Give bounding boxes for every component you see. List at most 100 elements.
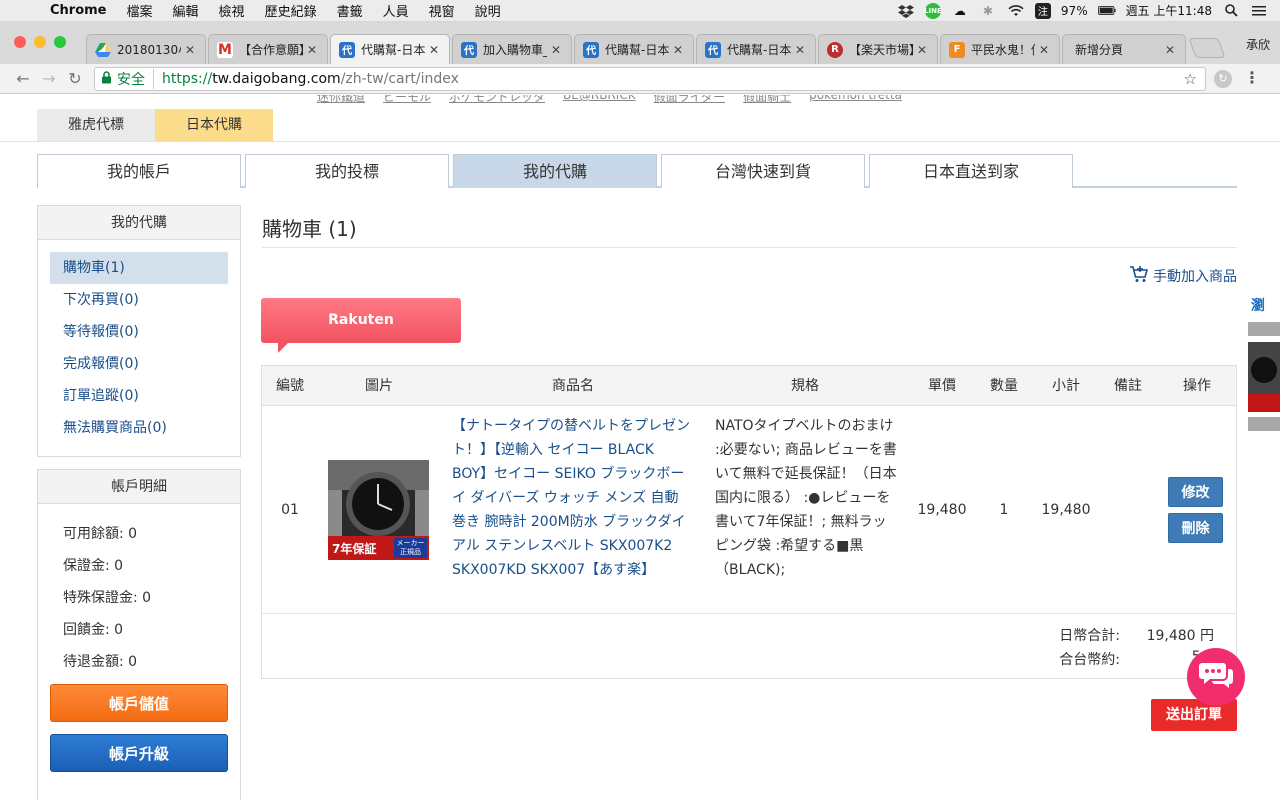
browser-tab-4[interactable]: 代 加入購物車_ ✕: [452, 34, 572, 64]
tab-japan-proxy[interactable]: 日本代購: [155, 109, 273, 141]
nav-my-account[interactable]: 我的帳戶: [37, 154, 241, 188]
scroll-up-bar[interactable]: [1248, 322, 1280, 336]
close-tab-icon[interactable]: ✕: [551, 43, 563, 57]
browser-tab-6[interactable]: 代 代購幫-日本 ✕: [696, 34, 816, 64]
input-method-icon[interactable]: 注: [1034, 2, 1051, 19]
close-tab-icon[interactable]: ✕: [429, 43, 441, 57]
browser-tab-5[interactable]: 代 代購幫-日本 ✕: [574, 34, 694, 64]
tab-title: 【楽天市場】: [849, 43, 913, 57]
minimize-window-button[interactable]: [34, 36, 46, 48]
menu-app-name[interactable]: Chrome: [40, 3, 117, 18]
menu-window[interactable]: 視窗: [419, 1, 465, 20]
close-tab-icon[interactable]: ✕: [1039, 43, 1051, 57]
rebate: 回饋金: 0: [63, 622, 124, 638]
close-tab-icon[interactable]: ✕: [1165, 43, 1177, 57]
menu-history[interactable]: 歷史紀錄: [255, 1, 327, 20]
menu-order-tracking[interactable]: 訂單追蹤(0): [50, 380, 228, 412]
keyword-link[interactable]: pokemon tretta: [809, 95, 902, 105]
menu-awaiting-quote[interactable]: 等待報價(0): [50, 316, 228, 348]
nav-taiwan-fast[interactable]: 台灣快速到貨: [661, 154, 865, 188]
browser-tab-8[interactable]: F 平民水鬼！僅 ✕: [940, 34, 1060, 64]
menu-buy-later[interactable]: 下次再買(0): [50, 284, 228, 316]
product-image[interactable]: 7年保証 メーカー 正規品: [328, 460, 429, 560]
recently-viewed-label: 瀏: [1251, 298, 1265, 314]
battery-percent: 97%: [1060, 3, 1088, 18]
bookmark-star-icon[interactable]: ☆: [1184, 70, 1197, 88]
browser-tab-3-active[interactable]: 代 代購幫-日本 ✕: [330, 34, 450, 64]
keyword-link[interactable]: 假面ライダー: [654, 95, 726, 105]
item-number: 01: [281, 502, 299, 518]
browser-tab-9[interactable]: 新增分頁 ✕: [1062, 34, 1186, 64]
recent-item-thumbnail[interactable]: [1248, 342, 1280, 412]
new-tab-button[interactable]: [1188, 38, 1226, 58]
gmail-icon: M: [217, 41, 233, 58]
account-details-title: 帳戶明細: [38, 470, 240, 504]
nav-my-bids[interactable]: 我的投標: [245, 154, 449, 188]
line-app-icon[interactable]: LINE: [924, 2, 942, 19]
menu-view[interactable]: 檢視: [209, 1, 255, 20]
reload-icon[interactable]: ↻: [64, 68, 86, 90]
wifi-icon[interactable]: [1007, 4, 1025, 18]
product-name-link[interactable]: 【ナトータイプの替ベルトをプレゼント！】【逆輸入 セイコー BLACK BOY】…: [452, 414, 692, 582]
product-spec: NATOタイプベルトのおまけ :必要ない; 商品レビューを書いて無料で延長保証！…: [715, 418, 897, 578]
extension-icon[interactable]: ↻: [1214, 70, 1232, 88]
back-arrow-icon[interactable]: ←: [12, 68, 34, 90]
tab-yahoo-bidding[interactable]: 雅虎代標: [37, 109, 155, 141]
nav-japan-direct[interactable]: 日本直送到家: [869, 154, 1073, 188]
menu-help[interactable]: 說明: [465, 1, 511, 20]
scroll-down-bar[interactable]: [1248, 417, 1280, 431]
dropbox-icon[interactable]: [897, 4, 915, 18]
top-up-button[interactable]: 帳戶儲值: [50, 684, 228, 722]
f-site-icon: F: [949, 41, 965, 58]
tab-title: 平民水鬼！僅: [971, 43, 1035, 57]
menu-file[interactable]: 檔案: [117, 1, 163, 20]
keyword-link[interactable]: ピーモル: [383, 95, 431, 105]
keyword-link[interactable]: BE@RBRICK: [563, 95, 636, 105]
close-tab-icon[interactable]: ✕: [307, 43, 319, 57]
profile-name[interactable]: 承欣: [1246, 36, 1270, 53]
close-tab-icon[interactable]: ✕: [185, 43, 197, 57]
warranty-badge: 7年保証: [332, 542, 377, 556]
quantity: 1: [999, 502, 1009, 518]
browser-tab-2[interactable]: M 【合作意願】 ✕: [208, 34, 328, 64]
cloud-icon[interactable]: ☁: [951, 4, 969, 18]
keyword-link[interactable]: 迷你鐵道: [317, 95, 365, 105]
close-tab-icon[interactable]: ✕: [917, 43, 929, 57]
browser-tab-7[interactable]: R 【楽天市場】 ✕: [818, 34, 938, 64]
keyword-link[interactable]: ポケモンドレッタ: [449, 95, 545, 105]
edit-item-button[interactable]: 修改: [1168, 477, 1223, 507]
browser-menu-icon[interactable]: ⋮: [1244, 68, 1260, 87]
menu-people[interactable]: 人員: [373, 1, 419, 20]
recently-viewed-sidebar[interactable]: 瀏: [1248, 295, 1280, 435]
menu-bookmarks[interactable]: 書籤: [327, 1, 373, 20]
notification-center-icon[interactable]: [1250, 4, 1268, 18]
close-window-button[interactable]: [14, 36, 26, 48]
nav-my-proxy[interactable]: 我的代購: [453, 154, 657, 188]
window-controls: [14, 36, 66, 48]
shop-label-tail: [278, 343, 288, 353]
url-protocol: https://: [162, 71, 213, 87]
bluetooth-icon[interactable]: ✱: [979, 4, 997, 18]
zoom-window-button[interactable]: [54, 36, 66, 48]
address-bar[interactable]: 安全 https:// tw.daigobang.com /zh-tw/cart…: [94, 67, 1206, 91]
chat-widget-button[interactable]: [1187, 648, 1245, 706]
browser-tab-1[interactable]: 20180130小 ✕: [86, 34, 206, 64]
manual-add-item-link[interactable]: 手動加入商品: [1129, 265, 1237, 287]
lock-icon: [101, 71, 112, 87]
secure-label[interactable]: 安全: [117, 69, 154, 89]
official-badge: メーカー 正規品: [396, 539, 425, 556]
menubar-clock[interactable]: 週五 上午11:48: [1126, 2, 1212, 19]
keyword-link[interactable]: 假面騎士: [743, 95, 791, 105]
delete-item-button[interactable]: 刪除: [1168, 513, 1223, 543]
menu-cart[interactable]: 購物車(1): [50, 252, 228, 284]
menu-edit[interactable]: 編輯: [163, 1, 209, 20]
upgrade-account-button[interactable]: 帳戶升級: [50, 734, 228, 772]
menu-unavailable-items[interactable]: 無法購買商品(0): [50, 412, 228, 444]
spotlight-search-icon[interactable]: [1222, 4, 1240, 18]
forward-arrow-icon[interactable]: →: [38, 68, 60, 90]
close-tab-icon[interactable]: ✕: [795, 43, 807, 57]
close-tab-icon[interactable]: ✕: [673, 43, 685, 57]
col-unit-price: 單價: [928, 378, 956, 394]
battery-icon[interactable]: [1097, 4, 1116, 18]
menu-quote-complete[interactable]: 完成報價(0): [50, 348, 228, 380]
